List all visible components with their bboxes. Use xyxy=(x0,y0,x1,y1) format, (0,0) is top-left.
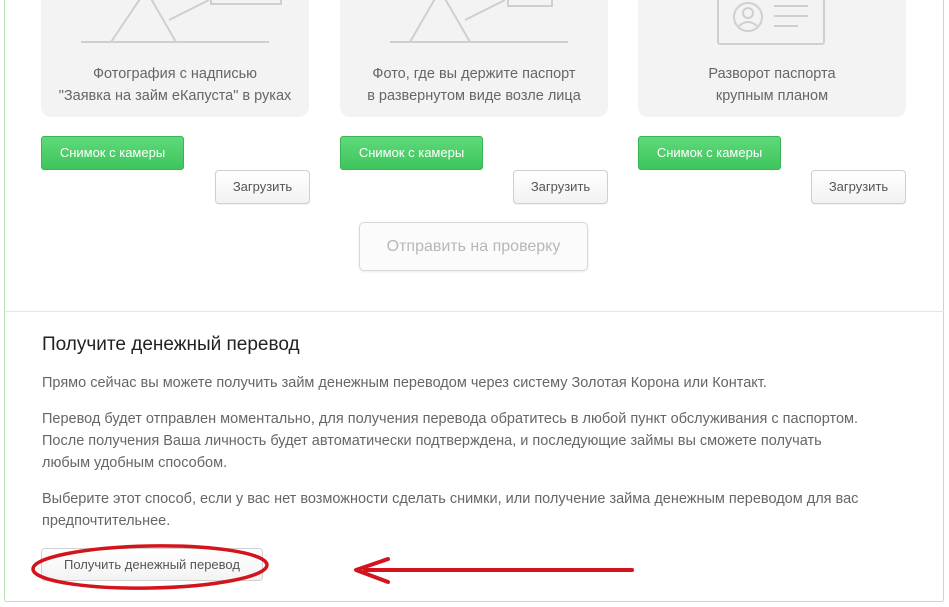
card-caption-line: Фото, где вы держите паспорт xyxy=(372,66,576,82)
person-with-passport-illustration xyxy=(390,0,568,43)
upload-button-2[interactable]: Загрузить xyxy=(513,170,608,204)
transfer-paragraph-1: Прямо сейчас вы можете получить займ ден… xyxy=(42,372,922,394)
transfer-paragraph-2: Перевод будет отправлен моментально, для… xyxy=(42,408,922,474)
card-caption-line: "Заявка на займ еКапуста" в руках xyxy=(58,88,292,104)
paragraph-line: Выберите этот способ, если у вас нет воз… xyxy=(42,491,859,507)
transfer-paragraph-3: Выберите этот способ, если у вас нет воз… xyxy=(42,488,922,532)
paragraph-line: Прямо сейчас вы можете получить займ ден… xyxy=(42,375,767,391)
paragraph-line: После получения Ваша личность будет авто… xyxy=(42,433,822,449)
photo-card-passport-spread: Разворот паспорта крупным планом xyxy=(638,0,906,117)
paragraph-line: любым удобным способом. xyxy=(42,455,228,471)
person-with-sign-illustration xyxy=(81,0,282,43)
upload-button-1[interactable]: Загрузить xyxy=(215,170,310,204)
camera-button-3[interactable]: Снимок с камеры xyxy=(638,136,781,170)
submit-for-review-button[interactable]: Отправить на проверку xyxy=(359,222,588,271)
camera-button-2[interactable]: Снимок с камеры xyxy=(340,136,483,170)
get-money-transfer-button[interactable]: Получить денежный перевод xyxy=(41,548,263,581)
upload-button-3[interactable]: Загрузить xyxy=(811,170,906,204)
paragraph-line: Перевод будет отправлен моментально, для… xyxy=(42,411,859,427)
photo-card-passport-face: Фото, где вы держите паспорт в развернут… xyxy=(340,0,608,117)
card-caption-line: в развернутом виде возле лица xyxy=(367,88,581,104)
card-caption-line: крупным планом xyxy=(715,88,829,104)
card-caption-line: Разворот паспорта xyxy=(708,66,836,82)
passport-id-card-icon xyxy=(717,0,825,45)
paragraph-line: предпочтительнее. xyxy=(42,513,171,529)
camera-button-1[interactable]: Снимок с камеры xyxy=(41,136,184,170)
transfer-section-title: Получите денежный перевод xyxy=(42,334,300,355)
section-divider xyxy=(5,311,944,312)
photo-card-sign: Фотография с надписью "Заявка на займ еК… xyxy=(41,0,309,117)
card-caption-line: Фотография с надписью xyxy=(92,66,258,82)
